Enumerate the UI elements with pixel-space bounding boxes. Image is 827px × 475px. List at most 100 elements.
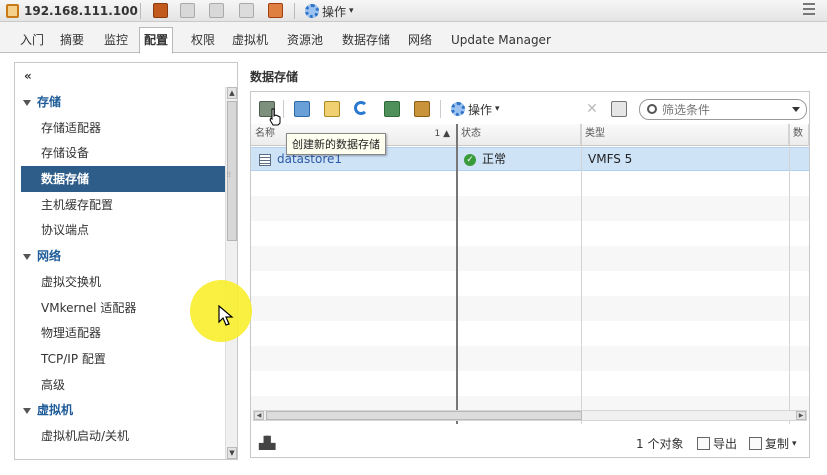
- scroll-right-icon[interactable]: ▶: [796, 411, 806, 420]
- filter-box[interactable]: [639, 99, 807, 120]
- clear-filter-icon[interactable]: ✕: [584, 101, 600, 117]
- host-name: 192.168.111.100: [24, 4, 138, 18]
- datastore-table: 名称 1 ▲ 状态 类型 数据 datastore1 ✓正常 VMFS 5: [251, 124, 809, 424]
- operations-label: 操作: [468, 102, 493, 117]
- template-icon[interactable]: [180, 3, 195, 18]
- export-icon: [697, 437, 710, 450]
- table-row: [251, 246, 809, 271]
- refresh-icon[interactable]: [354, 101, 368, 115]
- object-count: 1 个对象: [636, 437, 684, 451]
- tab-getting-started[interactable]: 入门: [16, 28, 48, 53]
- sidebar-scrollbar[interactable]: ▲ ▼: [225, 87, 237, 459]
- chevron-down-icon: ▾: [495, 104, 500, 114]
- tooltip: 创建新的数据存储: [286, 133, 386, 155]
- tab-networks[interactable]: 网络: [404, 28, 436, 53]
- actions-label: 操作: [322, 4, 347, 19]
- sidebar-section-storage[interactable]: 存储: [21, 89, 225, 115]
- tab-summary[interactable]: 摘要: [56, 28, 88, 53]
- status-cell: ✓ 正常: [464, 151, 506, 167]
- panel-toolbar: 操作 ▾ ✕: [251, 92, 809, 122]
- tab-datastores[interactable]: 数据存储: [338, 28, 394, 53]
- toolbar-divider: [283, 100, 284, 118]
- scroll-thumb[interactable]: [266, 411, 582, 420]
- datastore-icon: [259, 153, 271, 166]
- host-label[interactable]: 192.168.111.100: [6, 3, 138, 19]
- sidebar-section-networking[interactable]: 网络: [21, 243, 225, 269]
- table-row: [251, 196, 809, 221]
- tab-update-manager[interactable]: Update Manager: [447, 28, 555, 53]
- filter-input[interactable]: [662, 102, 787, 117]
- table-row: [251, 346, 809, 371]
- toolbar-divider: [140, 3, 141, 19]
- sidebar-section-vms[interactable]: 虚拟机: [21, 397, 225, 423]
- chevron-down-icon: ▾: [792, 438, 797, 449]
- tab-configure[interactable]: 配置: [139, 27, 174, 54]
- column-divider: [789, 124, 790, 424]
- datastore-settings-icon[interactable]: [414, 101, 430, 117]
- sort-ascending-icon: 1 ▲: [434, 129, 450, 139]
- table-row: [251, 296, 809, 321]
- actions-menu[interactable]: 操作 ▾: [305, 2, 354, 20]
- increase-capacity-icon[interactable]: [384, 101, 400, 117]
- browse-files-icon[interactable]: [324, 101, 340, 117]
- vm-icon[interactable]: [153, 3, 168, 18]
- toolbar-divider: [294, 3, 295, 19]
- splitter-handle[interactable]: ⁞⁞: [226, 170, 232, 182]
- register-vm-icon[interactable]: [294, 101, 310, 117]
- export-button[interactable]: 导出: [697, 435, 737, 452]
- tab-vms[interactable]: 虚拟机: [228, 28, 272, 53]
- sidebar-section-label: 虚拟机: [37, 403, 74, 417]
- column-divider[interactable]: [456, 124, 458, 424]
- sidebar: « 存储 存储适配器 存储设备 数据存储 主机缓存配置 协议端点 网络 虚拟交换…: [14, 62, 238, 460]
- copy-icon: [749, 437, 762, 450]
- tab-resource-pools[interactable]: 资源池: [283, 28, 327, 53]
- expand-icon: [23, 407, 31, 414]
- menu-icon[interactable]: [803, 3, 819, 17]
- top-toolbar: 192.168.111.100 操作 ▾: [0, 0, 827, 22]
- gear-icon: [305, 4, 319, 18]
- sidebar-item-datastores[interactable]: 数据存储: [21, 166, 225, 192]
- scroll-up-icon[interactable]: ▲: [227, 87, 237, 99]
- column-divider: [581, 124, 582, 424]
- chevron-down-icon[interactable]: [792, 107, 800, 112]
- power-icon[interactable]: [209, 3, 224, 18]
- column-chooser-icon[interactable]: [611, 101, 627, 117]
- sidebar-item-storage-devices[interactable]: 存储设备: [21, 140, 225, 166]
- sidebar-section-label: 存储: [37, 95, 62, 109]
- column-header-type[interactable]: 类型: [581, 124, 789, 146]
- sidebar-item-tcpip-config[interactable]: TCP/IP 配置: [21, 346, 225, 372]
- copy-icon[interactable]: [239, 3, 254, 18]
- tab-bar: 入门 摘要 监控 配置 权限 虚拟机 资源池 数据存储 网络 Update Ma…: [0, 22, 827, 54]
- binoculars-icon[interactable]: ▟▙: [259, 436, 276, 450]
- sidebar-section-label: 网络: [37, 249, 62, 263]
- hand-pointer-icon: [269, 108, 281, 126]
- scroll-down-icon[interactable]: ▼: [227, 447, 237, 459]
- sidebar-item-vm-startup[interactable]: 虚拟机启动/关机: [21, 423, 225, 449]
- table-footer: ▟▙ 1 个对象 导出 复制 ▾: [251, 426, 809, 458]
- table-horizontal-scrollbar[interactable]: ◀ ▶: [253, 410, 807, 421]
- mouse-pointer-icon: [218, 305, 234, 326]
- host-icon: [6, 4, 19, 18]
- sidebar-item-host-cache[interactable]: 主机缓存配置: [21, 192, 225, 218]
- tab-permissions[interactable]: 权限: [187, 28, 219, 53]
- datastores-panel: 操作 ▾ ✕ 创建新的数据存储 名称 1 ▲ 状态 类型 数据 datastor…: [250, 91, 810, 458]
- expand-icon: [23, 253, 31, 260]
- check-icon: ✓: [464, 153, 476, 166]
- copy-button[interactable]: 复制 ▾: [749, 435, 797, 452]
- sidebar-item-virtual-switches[interactable]: 虚拟交换机: [21, 269, 225, 295]
- operations-menu[interactable]: 操作 ▾: [451, 101, 500, 117]
- column-header-data[interactable]: 数据: [789, 124, 809, 146]
- chevron-down-icon: ▾: [349, 6, 354, 16]
- tab-monitor[interactable]: 监控: [100, 28, 132, 53]
- search-icon: [647, 104, 657, 114]
- sidebar-item-storage-adapters[interactable]: 存储适配器: [21, 115, 225, 141]
- sidebar-item-advanced[interactable]: 高级: [21, 372, 225, 398]
- scroll-left-icon[interactable]: ◀: [254, 411, 264, 420]
- toolbar-divider: [440, 100, 441, 118]
- page-title: 数据存储: [250, 70, 299, 84]
- column-header-status[interactable]: 状态: [457, 124, 581, 146]
- sidebar-item-protocol-endpoints[interactable]: 协议端点: [21, 217, 225, 243]
- alarm-icon[interactable]: [268, 3, 283, 18]
- collapse-icon[interactable]: «: [24, 69, 32, 83]
- gear-icon: [451, 102, 465, 116]
